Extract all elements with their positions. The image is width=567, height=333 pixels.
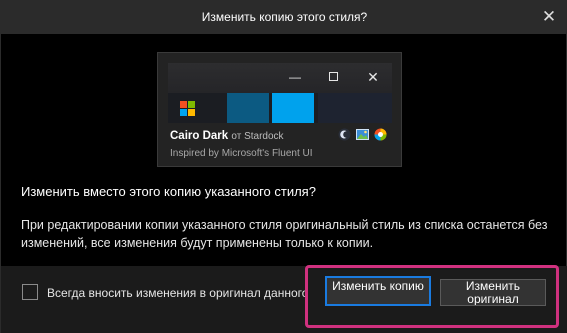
style-description: Inspired by Microsoft's Fluent UI: [170, 148, 313, 159]
image-icon: [356, 129, 369, 140]
moon-icon: [338, 128, 351, 141]
dialog-question: Изменить вместо этого копию указанного с…: [21, 184, 316, 199]
always-edit-original-checkbox[interactable]: [22, 284, 38, 300]
dialog-explanation: При редактировании копии указанного стил…: [21, 218, 548, 250]
close-icon[interactable]: ✕: [540, 8, 558, 26]
dialog-title: Изменить копию этого стиля?: [201, 10, 368, 24]
minimize-icon: —: [289, 70, 301, 84]
style-author: от Stardock: [231, 131, 284, 142]
color-wheel-icon: [374, 128, 387, 141]
edit-style-dialog: Изменить копию этого стиля? ✕ — ✕ Cairo …: [0, 0, 567, 333]
windows-logo-icon: [180, 101, 196, 117]
style-feature-icons: [338, 128, 392, 142]
preview-window-titlebar: — ✕: [168, 63, 392, 93]
dialog-titlebar: Изменить копию этого стиля? ✕: [1, 1, 567, 34]
color-swatch-blue: [272, 93, 314, 123]
edit-copy-button[interactable]: Изменить копию: [325, 276, 431, 306]
always-edit-original-label[interactable]: Всегда вносить изменения в оригинал данн…: [47, 286, 308, 300]
maximize-icon: [326, 70, 340, 84]
color-swatch-dark-blue: [227, 93, 269, 123]
color-swatch-slate: [318, 93, 392, 123]
preview-close-icon: ✕: [367, 69, 379, 85]
style-name: Cairo Dark: [170, 130, 229, 142]
style-name-line: Cairo Dark от Stardock: [170, 130, 284, 142]
style-preview-card: — ✕ Cairo Dark от Stardock Inspired by M…: [157, 52, 402, 167]
preview-taskbar: [168, 93, 392, 123]
edit-original-button[interactable]: Изменить оригинал: [440, 279, 546, 306]
